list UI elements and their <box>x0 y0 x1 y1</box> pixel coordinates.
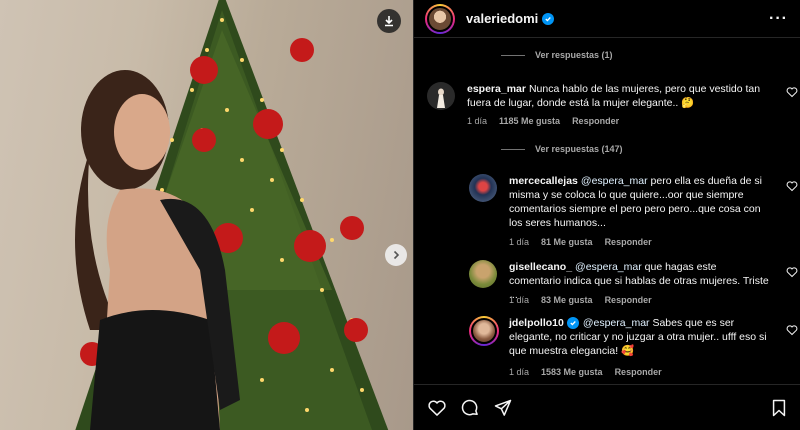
divider-line <box>501 148 525 150</box>
reply-meta: 1 día 1583 Me gusta Responder <box>509 367 662 377</box>
heart-icon[interactable] <box>427 398 447 418</box>
chevron-right-icon <box>393 250 400 260</box>
divider-line <box>501 54 525 56</box>
replier-avatar[interactable] <box>469 316 499 346</box>
reply-button[interactable]: Responder <box>605 237 652 247</box>
replier-avatar[interactable] <box>469 174 497 202</box>
reply-emoji: 🥰 <box>621 345 635 357</box>
view-replies-button[interactable]: Ver respuestas (1) <box>501 50 613 60</box>
mention-link[interactable]: @espera_mar <box>583 317 650 329</box>
replier-username[interactable]: jdelpollo10 <box>509 317 564 329</box>
comment-likes[interactable]: 1185 Me gusta <box>499 116 560 126</box>
view-replies-label: Ver respuestas (1) <box>535 50 613 60</box>
heart-icon[interactable] <box>786 86 798 98</box>
verified-badge-icon <box>542 12 555 25</box>
reply-text: mercecallejas @espera_mar pero ella es du… <box>509 174 771 230</box>
reply-button[interactable]: Responder <box>572 116 619 126</box>
reply-meta: 1 día 81 Me gusta Responder <box>509 237 652 247</box>
more-options-icon[interactable]: ··· <box>769 10 788 28</box>
reply-likes[interactable]: 81 Me gusta <box>541 237 593 247</box>
send-icon[interactable] <box>493 398 513 418</box>
reply-likes[interactable]: 1583 Me gusta <box>541 367 603 377</box>
next-photo-button[interactable] <box>385 244 407 266</box>
comment-emoji: 🤔 <box>681 97 695 109</box>
replier-username[interactable]: gisellecano_ <box>509 261 572 273</box>
comments-panel: valeriedomi ··· Ver respuestas (1) esper… <box>413 0 800 430</box>
post-action-bar <box>414 384 800 430</box>
reply-time: 1 día <box>509 295 530 305</box>
heart-icon[interactable] <box>786 324 798 336</box>
reply-text: jdelpollo10 @espera_mar Sabes que es ser … <box>509 316 771 358</box>
woman-figure-image <box>75 70 240 430</box>
reply-button[interactable]: Responder <box>615 367 662 377</box>
download-icon <box>385 16 393 27</box>
replier-avatar[interactable] <box>469 260 497 288</box>
comment-time: 1 día <box>467 116 488 126</box>
view-replies-button[interactable]: Ver respuestas (147) <box>501 144 623 154</box>
reply-button[interactable]: Responder <box>605 295 652 305</box>
verified-badge-icon <box>566 317 579 329</box>
reply-time: 1 día <box>509 367 530 377</box>
heart-icon[interactable] <box>786 180 798 192</box>
reply-likes[interactable]: 83 Me gusta <box>541 295 593 305</box>
reply-meta: 1 día 83 Me gusta Responder <box>509 295 652 305</box>
mention-link[interactable]: @espera_mar <box>581 175 648 187</box>
commenter-avatar[interactable] <box>427 82 455 110</box>
bookmark-icon[interactable] <box>769 398 789 418</box>
author-username[interactable]: valeriedomi <box>466 11 538 26</box>
download-button[interactable] <box>377 9 401 33</box>
post-photo[interactable] <box>0 0 413 430</box>
commenter-username[interactable]: espera_mar <box>467 83 526 95</box>
comment-text: espera_mar Nunca hablo de las mujeres, pe… <box>467 82 767 110</box>
post-header: valeriedomi ··· <box>414 0 800 38</box>
heart-icon[interactable] <box>786 266 798 278</box>
comment-icon[interactable] <box>460 398 480 418</box>
author-avatar[interactable] <box>425 3 455 34</box>
comment-meta: 1 día 1185 Me gusta Responder <box>467 116 619 126</box>
view-replies-label: Ver respuestas (147) <box>535 144 623 154</box>
mention-link[interactable]: @espera_mar <box>575 261 642 273</box>
replier-username[interactable]: mercecallejas <box>509 175 578 187</box>
reply-time: 1 día <box>509 237 530 247</box>
